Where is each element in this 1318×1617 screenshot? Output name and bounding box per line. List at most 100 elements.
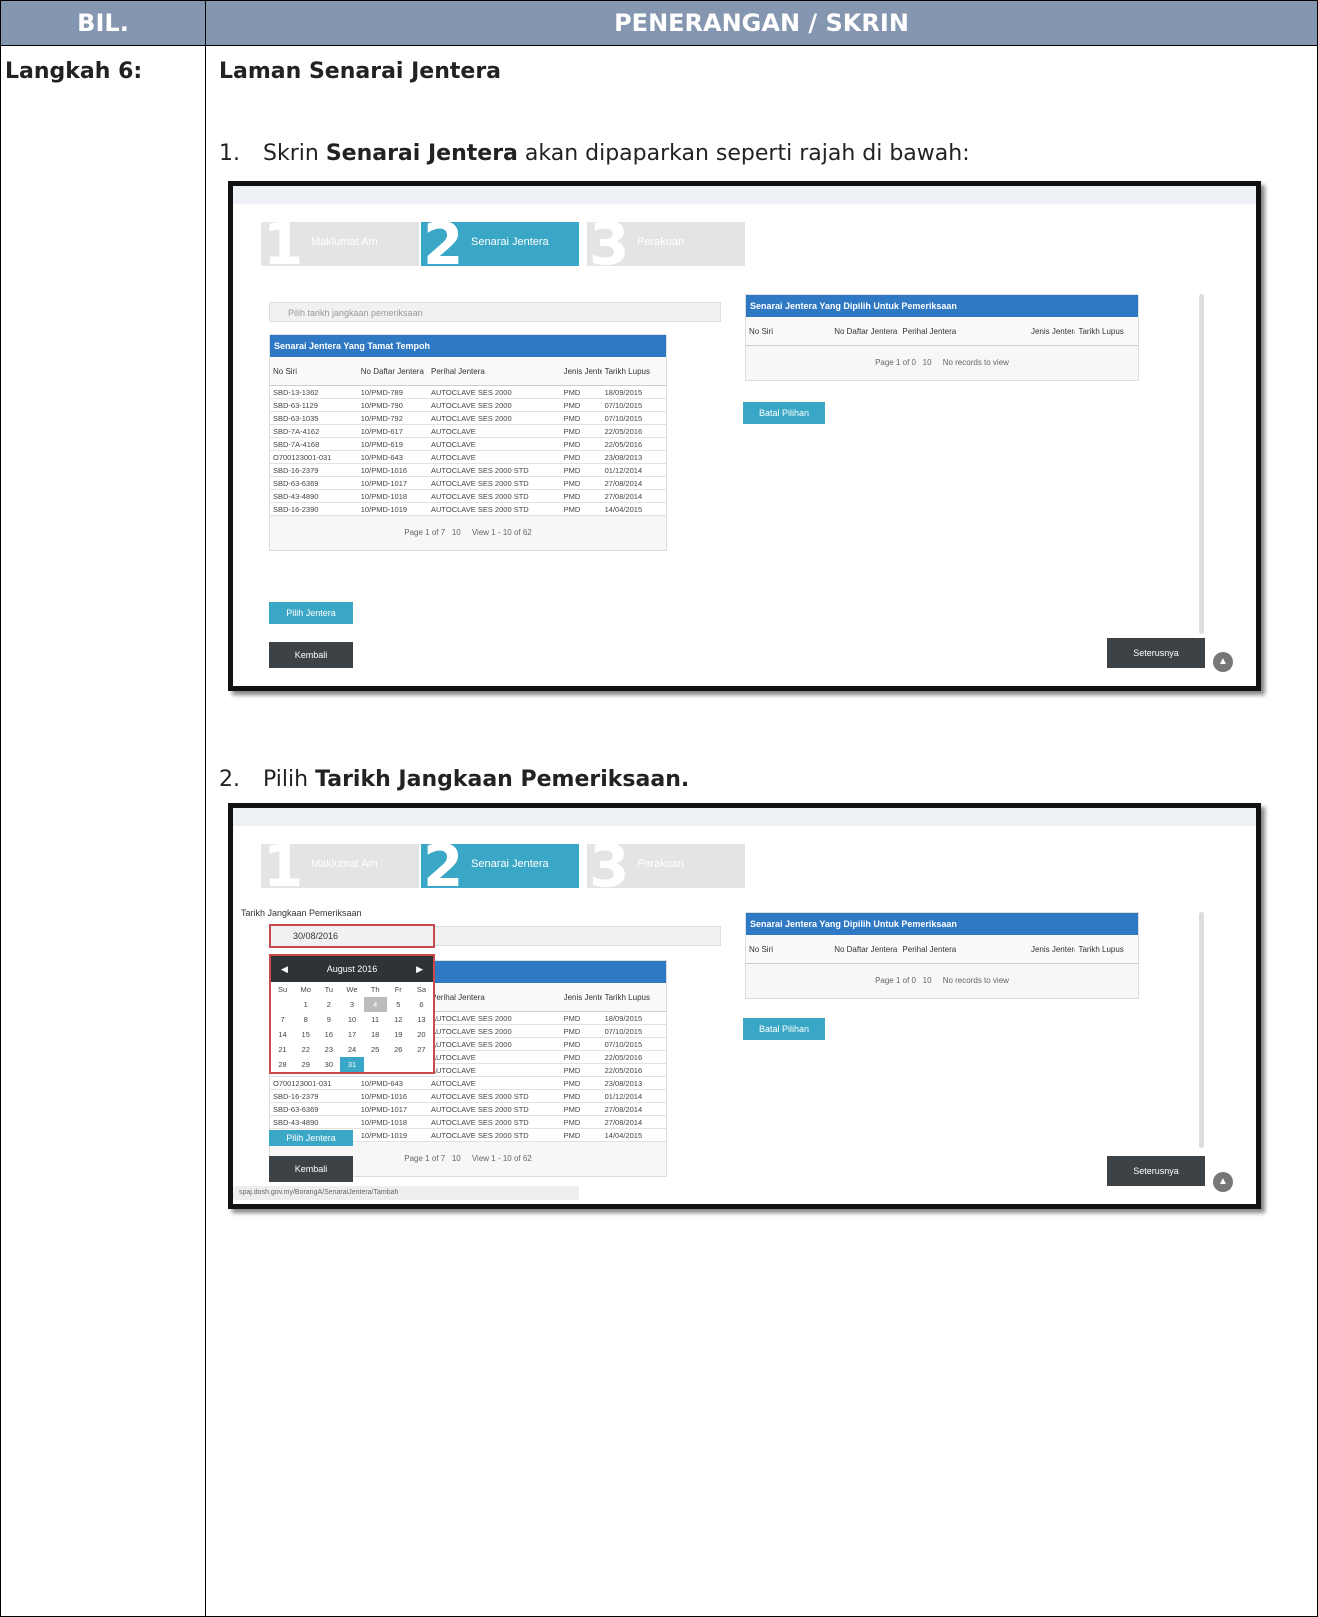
- table-row[interactable]: SBD-63-6369 10/PMD-1017 AUTOCLAVE SES 2000…: [270, 1103, 666, 1116]
- browser-topbar: [233, 808, 1256, 826]
- calendar-day[interactable]: 12: [387, 1012, 410, 1027]
- header-penerangan: PENERANGAN / SKRIN: [614, 9, 909, 37]
- left-grid: Senarai Jentera Yang Tamat Tempoh No Sir…: [269, 334, 667, 551]
- calendar-day[interactable]: 8: [294, 1012, 317, 1027]
- table-row[interactable]: SBD-63-6369 10/PMD-1017 AUTOCLAVE SES 2000…: [270, 477, 666, 490]
- table-row[interactable]: O700123001-031 10/PMD-643 AUTOCLAVE PMD 23/0…: [270, 1077, 666, 1090]
- weekday-label: Th: [370, 985, 380, 994]
- calendar-day[interactable]: 24: [340, 1042, 363, 1057]
- calendar-day[interactable]: 27: [410, 1042, 433, 1057]
- right-grid: Senarai Jentera Yang Dipilih Untuk Pemer…: [745, 912, 1139, 999]
- next-month-icon[interactable]: ▶: [416, 964, 423, 975]
- tarikh-field-label: Tarikh Jangkaan Pemeriksaan: [241, 908, 362, 918]
- date-picker-month: August 2016: [326, 964, 378, 974]
- table-row[interactable]: SBD-7A-416210/PMD-617AUTOCLAVEPMD22/05/2…: [270, 425, 666, 438]
- calendar-day[interactable]: 19: [387, 1027, 410, 1042]
- right-pager[interactable]: Page 1 of 0 10 No records to view: [746, 964, 1138, 998]
- table-row[interactable]: SBD-13-136210/PMD-789AUTOCLAVE SES 2000P…: [270, 386, 666, 399]
- weekday-label: We: [346, 985, 358, 994]
- scrollbar[interactable]: [1199, 294, 1204, 634]
- calendar-day[interactable]: 3: [340, 997, 363, 1012]
- left-grid-title: Senarai Jentera Yang Tamat Tempoh: [270, 335, 666, 357]
- table-row[interactable]: SBD-16-2379 10/PMD-1016 AUTOCLAVE SES 2000…: [270, 1090, 666, 1103]
- weekday-label: Su: [277, 985, 288, 994]
- calendar-day[interactable]: 6: [410, 997, 433, 1012]
- calendar-day[interactable]: 17: [340, 1027, 363, 1042]
- tarikh-search-input[interactable]: Pilih tarikh jangkaan pemeriksaan: [269, 302, 721, 322]
- date-picker[interactable]: ◀ August 2016 ▶ Su Mo Tu We Th Fr Sa 1 2 3 4 5 6 7 8 9 1…: [269, 954, 435, 1074]
- wizard-step-3[interactable]: 3 Perakuan: [587, 836, 745, 896]
- calendar-day[interactable]: 16: [317, 1027, 340, 1042]
- prev-month-icon[interactable]: ◀: [281, 964, 288, 975]
- left-pager[interactable]: Page 1 of 7 10 View 1 - 10 of 62: [270, 516, 666, 550]
- status-url: spaj.dosh.gov.my/BorangA/SenaraiJentera/…: [233, 1186, 579, 1200]
- calendar-day[interactable]: 7: [271, 1012, 294, 1027]
- calendar-day[interactable]: 29: [294, 1057, 317, 1072]
- header-bil: BIL.: [1, 1, 206, 45]
- calendar-day[interactable]: 31: [340, 1057, 364, 1072]
- scrollbar[interactable]: [1199, 912, 1204, 1148]
- seterusnya-button[interactable]: Seterusnya: [1107, 1156, 1205, 1186]
- scroll-top-icon[interactable]: ▲: [1213, 652, 1233, 672]
- table-row[interactable]: SBD-16-239010/PMD-1019AUTOCLAVE SES 2000…: [270, 503, 666, 516]
- instruction-2: 2. Pilih Tarikh Jangkaan Pemeriksaan.: [219, 767, 690, 792]
- weekday-label: Sa: [416, 985, 426, 994]
- calendar-day[interactable]: 18: [364, 1027, 387, 1042]
- calendar-day: [271, 997, 294, 1012]
- calendar-day[interactable]: 25: [364, 1042, 387, 1057]
- step-label: Langkah 6:: [5, 59, 143, 84]
- table-row[interactable]: O700123001-031 10/PMD-643 AUTOCLAVE PMD 23/0…: [270, 451, 666, 464]
- calendar-day[interactable]: 2: [317, 997, 340, 1012]
- document-page: BIL. PENERANGAN / SKRIN Langkah 6: Laman…: [0, 0, 1318, 1617]
- wizard-step-2[interactable]: 2 Senarai Jentera: [421, 836, 579, 896]
- instruction-1: 1. Skrin Senarai Jentera akan dipaparkan …: [219, 141, 970, 166]
- batal-pilihan-button[interactable]: Batal Pilihan: [743, 402, 825, 424]
- wizard-step-1[interactable]: 1 Maklumat Am: [261, 214, 419, 274]
- date-picker-header: ◀ August 2016 ▶: [271, 956, 433, 982]
- pilih-jentera-button[interactable]: Pilih Jentera: [269, 1130, 353, 1146]
- kembali-button[interactable]: Kembali: [269, 642, 353, 668]
- right-pager[interactable]: Page 1 of 0 10 No records to view: [746, 346, 1138, 380]
- date-picker-days: Su Mo Tu We Th Fr Sa 1 2 3 4 5 6 7 8 9 10 11 12 13 14 15 16 17 1…: [271, 982, 433, 1072]
- right-grid: Senarai Jentera Yang Dipilih Untuk Pemer…: [745, 294, 1139, 381]
- calendar-day[interactable]: 21: [271, 1042, 294, 1057]
- calendar-day[interactable]: 9: [317, 1012, 340, 1027]
- screenshot-senarai-jentera: 1 Maklumat Am 2 Senarai Jentera 3 Perakuan …: [228, 181, 1261, 691]
- wizard-step-3[interactable]: 3 Perakuan: [587, 214, 745, 274]
- screenshot-tarikh-jangkaan: 1 Maklumat Am 2 Senarai Jentera 3 Perakuan …: [228, 803, 1261, 1209]
- calendar-day[interactable]: 11: [364, 1012, 387, 1027]
- wizard-step-2[interactable]: 2 Senarai Jentera: [421, 214, 579, 274]
- tarikh-date-input[interactable]: 30/08/2016: [269, 924, 435, 948]
- left-grid-columns: No Siri No Daftar Jentera Perihal Jenter…: [270, 357, 666, 386]
- pilih-jentera-button[interactable]: Pilih Jentera: [269, 602, 353, 624]
- calendar-day[interactable]: 20: [410, 1027, 433, 1042]
- wizard-steps: 1 Maklumat Am 2 Senarai Jentera 3 Perakuan: [261, 836, 745, 896]
- batal-pilihan-button[interactable]: Batal Pilihan: [743, 1018, 825, 1040]
- calendar-day[interactable]: 14: [271, 1027, 294, 1042]
- calendar-day[interactable]: 10: [340, 1012, 363, 1027]
- calendar-day[interactable]: 13: [410, 1012, 433, 1027]
- browser-topbar: [233, 186, 1256, 204]
- calendar-day[interactable]: 22: [294, 1042, 317, 1057]
- kembali-button[interactable]: Kembali: [269, 1156, 353, 1182]
- calendar-day[interactable]: 4: [363, 997, 387, 1012]
- calendar-day[interactable]: 5: [387, 997, 410, 1012]
- table-row[interactable]: SBD-43-4890 10/PMD-1018 AUTOCLAVE SES 2000…: [270, 490, 666, 503]
- calendar-day[interactable]: 28: [271, 1057, 294, 1072]
- section-title: Laman Senarai Jentera: [219, 59, 502, 84]
- table-row[interactable]: SBD-63-103510/PMD-792AUTOCLAVE SES 2000P…: [270, 412, 666, 425]
- calendar-day[interactable]: 15: [294, 1027, 317, 1042]
- right-grid-columns: No Siri No Daftar Jentera Perihal Jenter…: [746, 935, 1138, 964]
- scroll-top-icon[interactable]: ▲: [1213, 1172, 1233, 1192]
- seterusnya-button[interactable]: Seterusnya: [1107, 638, 1205, 668]
- table-row[interactable]: SBD-43-4890 10/PMD-1018 AUTOCLAVE SES 2000…: [270, 1116, 666, 1129]
- calendar-day[interactable]: 26: [387, 1042, 410, 1057]
- calendar-day[interactable]: 1: [294, 997, 317, 1012]
- calendar-day[interactable]: 23: [317, 1042, 340, 1057]
- table-row[interactable]: SBD-63-112910/PMD-790AUTOCLAVE SES 2000P…: [270, 399, 666, 412]
- wizard-step-1[interactable]: 1 Maklumat Am: [261, 836, 419, 896]
- table-header: BIL. PENERANGAN / SKRIN: [1, 1, 1317, 46]
- table-row[interactable]: SBD-7A-416810/PMD-619AUTOCLAVEPMD22/05/2…: [270, 438, 666, 451]
- calendar-day[interactable]: 30: [317, 1057, 340, 1072]
- table-row[interactable]: SBD-16-2379 10/PMD-1016 AUTOCLAVE SES 2000…: [270, 464, 666, 477]
